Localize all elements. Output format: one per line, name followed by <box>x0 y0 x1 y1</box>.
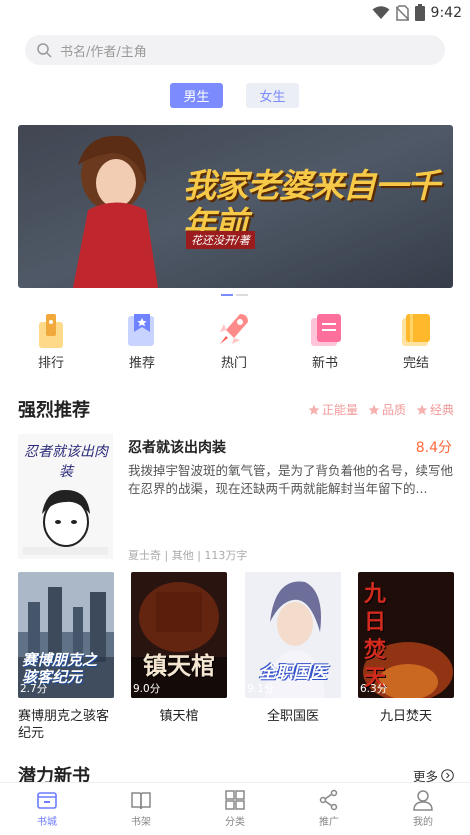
tag-label: 品质 <box>381 403 406 417</box>
search-icon <box>37 42 52 58</box>
category-rank[interactable]: 排行 <box>21 310 81 371</box>
star-icon <box>416 404 428 415</box>
wifi-icon <box>372 5 390 19</box>
battery-icon <box>414 4 425 21</box>
banner-author: 花还没开/著 <box>186 231 255 249</box>
no-sim-icon <box>395 4 409 21</box>
status-bar: 9:42 <box>0 0 470 26</box>
book-title: 镇天棺 <box>159 709 199 724</box>
category-new[interactable]: 新书 <box>295 310 355 371</box>
book-title: 全职国医 <box>266 709 319 724</box>
book-grid: 赛博朋克之骇客纪元 2.7分 赛博朋克之骇客纪元 镇天棺 9.0分 镇天棺 全职… <box>18 572 454 747</box>
banner-page-indicator <box>221 294 248 296</box>
nav-bookstore[interactable]: 书城 <box>17 789 77 828</box>
new-book-icon <box>311 314 341 346</box>
tag-positive[interactable]: 正能量 <box>308 401 358 418</box>
category-label: 推荐 <box>128 356 155 371</box>
book-cover: 赛博朋克之骇客纪元 2.7分 <box>18 572 114 698</box>
nav-bookshelf[interactable]: 书架 <box>111 789 171 828</box>
featured-book-title: 忍者就该出肉装 <box>128 440 226 456</box>
status-icons: 9:42 <box>372 4 462 21</box>
category-icon <box>225 790 245 810</box>
book-cover: 全职国医 9.1分 <box>245 572 341 698</box>
nav-promote[interactable]: 推广 <box>299 789 359 828</box>
bookshelf-icon <box>131 792 151 810</box>
book-score: 9.0分 <box>133 683 161 695</box>
nav-label: 分类 <box>225 817 245 828</box>
book-card[interactable]: 赛博朋克之骇客纪元 2.7分 赛博朋克之骇客纪元 <box>18 572 114 742</box>
nav-label: 我的 <box>413 817 433 828</box>
book-cover-text: 镇天棺 <box>143 651 215 680</box>
profile-icon <box>413 790 433 811</box>
book-cover-text: 九日焚天 <box>364 581 387 691</box>
section-title-recommend: 强烈推荐 <box>18 400 90 421</box>
book-score: 9.1分 <box>247 683 275 695</box>
rank-icon <box>39 314 63 348</box>
star-icon <box>368 404 380 415</box>
featured-book[interactable]: 忍者就该出肉装 忍者就该出肉装 8.4分 我拨掉宇智波斑的氧气管，是为了背负着他… <box>18 434 454 562</box>
status-time: 9:42 <box>430 4 462 21</box>
banner-dot <box>236 294 248 296</box>
category-label: 完结 <box>402 356 429 371</box>
category-label: 热门 <box>220 356 247 371</box>
featured-cover-text: 忍者就该出肉装 <box>24 444 108 480</box>
tag-quality[interactable]: 品质 <box>368 401 406 418</box>
featured-book-meta: 夏士奇 | 其他 | 113万字 <box>128 549 248 562</box>
search-input[interactable]: 书名/作者/主角 <box>25 35 445 65</box>
featured-book-cover: 忍者就该出肉装 <box>18 434 113 559</box>
bottom-nav: 书城 书架 分类 推广 我的 <box>0 782 470 835</box>
category-row: 排行 推荐 热门 新书 完结 <box>0 310 470 374</box>
finished-icon <box>402 314 430 346</box>
book-score: 6.3分 <box>360 683 388 695</box>
category-recommend[interactable]: 推荐 <box>112 310 172 371</box>
book-card[interactable]: 九日焚天 6.3分 九日焚天 <box>358 572 454 725</box>
category-hot[interactable]: 热门 <box>204 310 264 371</box>
book-card[interactable]: 镇天棺 9.0分 镇天棺 <box>131 572 227 725</box>
star-icon <box>308 404 320 415</box>
recommend-tags: 正能量 品质 经典 <box>308 401 454 418</box>
tag-label: 经典 <box>429 403 454 417</box>
tag-classic[interactable]: 经典 <box>416 401 454 418</box>
search-placeholder: 书名/作者/主角 <box>60 44 147 60</box>
bookstore-icon <box>37 792 57 809</box>
banner[interactable]: 我家老婆来自一千年前 花还没开/著 <box>18 125 453 288</box>
gender-tabs: 男生 女生 <box>170 83 299 108</box>
nav-category[interactable]: 分类 <box>205 789 265 828</box>
featured-book-description: 我拨掉宇智波斑的氧气管，是为了背负着他的名号，续写他在忍界的战渠，现在还缺两千两… <box>128 463 454 496</box>
book-score: 2.7分 <box>20 683 48 695</box>
category-finished[interactable]: 完结 <box>386 310 446 371</box>
featured-book-score: 8.4分 <box>415 440 452 456</box>
nav-label: 书城 <box>37 817 57 828</box>
tab-male[interactable]: 男生 <box>170 83 223 108</box>
book-cover: 九日焚天 6.3分 <box>358 572 454 698</box>
nav-label: 书架 <box>131 817 151 828</box>
recommend-icon <box>128 314 154 346</box>
nav-profile[interactable]: 我的 <box>393 789 453 828</box>
category-label: 排行 <box>37 356 64 371</box>
share-icon <box>319 789 338 811</box>
chevron-right-icon <box>441 769 454 782</box>
banner-dot-active <box>221 294 233 296</box>
tag-label: 正能量 <box>321 403 358 417</box>
nav-label: 推广 <box>319 817 339 828</box>
book-card[interactable]: 全职国医 9.1分 全职国医 <box>245 572 341 725</box>
book-title: 九日焚天 <box>379 709 432 724</box>
category-label: 新书 <box>311 356 338 371</box>
tab-female[interactable]: 女生 <box>246 83 299 108</box>
book-title: 赛博朋克之骇客纪元 <box>18 709 110 741</box>
book-cover-text: 全职国医 <box>259 663 327 683</box>
rocket-icon <box>220 314 248 344</box>
book-cover: 镇天棺 9.0分 <box>131 572 227 698</box>
